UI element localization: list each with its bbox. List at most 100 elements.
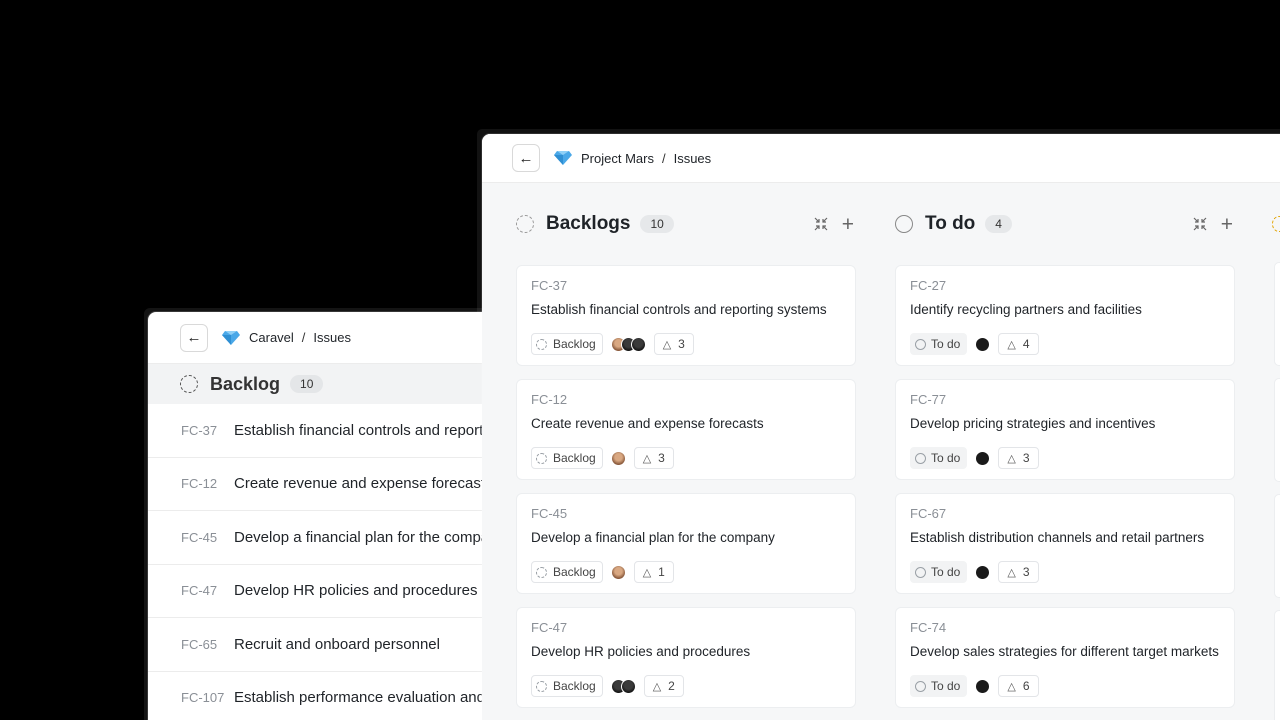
- assignee-avatars[interactable]: [610, 678, 636, 694]
- issue-card[interactable]: FC-47 Develop HR policies and procedures B…: [516, 607, 856, 708]
- issue-title: Recruit and onboard personnel: [234, 635, 440, 653]
- breadcrumb-page[interactable]: Issues: [674, 151, 712, 166]
- dashed-circle-icon: [536, 566, 547, 578]
- board-column: Backlogs 10 + FC-37 Establish financial cont…: [516, 183, 856, 720]
- circle-icon: [895, 215, 913, 233]
- issue-id: FC-37: [181, 422, 218, 438]
- avatar[interactable]: [975, 678, 991, 694]
- circle-icon: [915, 338, 926, 350]
- breadcrumb-page[interactable]: Issues: [313, 330, 351, 345]
- issue-id: FC-45: [181, 529, 218, 545]
- avatar[interactable]: [630, 336, 646, 352]
- triangle-icon: △: [662, 338, 672, 351]
- status-chip[interactable]: Backlog: [531, 561, 603, 583]
- plus-icon[interactable]: +: [842, 214, 854, 235]
- issue-title: Develop HR policies and procedures: [234, 582, 478, 600]
- issue-title: Create revenue and expense forecasts: [234, 475, 493, 493]
- priority-value: 1: [658, 565, 665, 579]
- partial-card[interactable]: [1274, 610, 1280, 720]
- collapse-arrows-icon[interactable]: [1193, 217, 1207, 231]
- plus-icon[interactable]: +: [1221, 214, 1233, 235]
- issue-card[interactable]: FC-74 Develop sales strategies for differ…: [895, 607, 1235, 708]
- dashed-circle-icon: [536, 338, 547, 350]
- priority-value: 2: [668, 679, 675, 693]
- column-count-badge: 4: [985, 215, 1012, 233]
- issue-card[interactable]: FC-37 Establish financial controls and re…: [516, 265, 856, 366]
- avatar[interactable]: [975, 336, 991, 352]
- back-button[interactable]: ←: [512, 144, 540, 172]
- avatar[interactable]: [975, 564, 991, 580]
- assignee-avatars[interactable]: [975, 564, 991, 580]
- avatar[interactable]: [975, 450, 991, 466]
- card-meta: To do △ 4: [910, 333, 1220, 355]
- issue-id: FC-12: [531, 392, 568, 407]
- status-chip[interactable]: Backlog: [531, 333, 603, 355]
- avatar[interactable]: [610, 564, 626, 580]
- partial-card[interactable]: [1274, 378, 1280, 482]
- card-meta: To do △ 6: [910, 675, 1220, 697]
- dashed-circle-icon: [516, 215, 534, 233]
- assignee-avatars[interactable]: [610, 336, 646, 352]
- partial-card[interactable]: [1274, 262, 1280, 366]
- column-title: Backlogs: [546, 213, 631, 234]
- priority-chip[interactable]: △ 3: [998, 561, 1039, 583]
- breadcrumb-project[interactable]: Project Mars: [581, 151, 654, 166]
- back-button[interactable]: ←: [180, 323, 208, 352]
- status-chip[interactable]: To do: [910, 675, 968, 697]
- issue-card[interactable]: FC-27 Identify recycling partners and fac…: [895, 265, 1235, 366]
- column-tools: +: [814, 214, 854, 235]
- card-meta: Backlog △ 1: [531, 561, 841, 583]
- status-chip[interactable]: Backlog: [531, 675, 603, 697]
- issue-id: FC-27: [910, 278, 947, 293]
- assignee-avatars[interactable]: [975, 450, 991, 466]
- assignee-avatars[interactable]: [975, 678, 991, 694]
- triangle-icon: △: [642, 566, 652, 579]
- priority-chip[interactable]: △ 2: [643, 675, 684, 697]
- group-count-badge: 10: [290, 375, 324, 393]
- circle-icon: [915, 680, 926, 692]
- priority-value: 6: [1022, 679, 1030, 693]
- breadcrumb-project[interactable]: Caravel: [249, 330, 294, 345]
- avatar[interactable]: [610, 450, 626, 466]
- issue-card[interactable]: FC-67 Establish distribution channels and…: [895, 493, 1235, 594]
- assignee-avatars[interactable]: [975, 336, 991, 352]
- status-chip[interactable]: To do: [910, 333, 968, 355]
- priority-chip[interactable]: △ 3: [998, 447, 1039, 469]
- priority-chip[interactable]: △ 6: [998, 675, 1039, 697]
- triangle-icon: △: [1007, 338, 1016, 351]
- issue-id: FC-47: [181, 583, 218, 599]
- priority-value: 3: [658, 451, 665, 465]
- avatar[interactable]: [620, 678, 636, 694]
- arrow-left-icon: ←: [518, 149, 534, 167]
- status-chip[interactable]: To do: [910, 561, 968, 583]
- card-list: FC-37 Establish financial controls and re…: [516, 265, 856, 708]
- status-label: To do: [931, 679, 961, 693]
- priority-chip[interactable]: △ 3: [653, 333, 694, 355]
- assignee-avatars[interactable]: [610, 450, 626, 466]
- issue-title: Establish financial controls and reporti…: [531, 302, 827, 317]
- issue-card[interactable]: FC-12 Create revenue and expense forecast…: [516, 379, 856, 480]
- group-title: Backlog: [210, 373, 281, 394]
- triangle-icon: △: [642, 452, 652, 465]
- issue-title: Establish distribution channels and reta…: [910, 530, 1205, 545]
- status-label: To do: [931, 337, 961, 351]
- issue-title: Develop sales strategies for different t…: [910, 644, 1219, 659]
- card-meta: Backlog △ 3: [531, 333, 841, 355]
- triangle-icon: △: [1007, 452, 1016, 465]
- priority-chip[interactable]: △ 4: [998, 333, 1039, 355]
- assignee-avatars[interactable]: [610, 564, 626, 580]
- priority-value: 4: [1022, 337, 1030, 351]
- priority-chip[interactable]: △ 1: [633, 561, 674, 583]
- collapse-arrows-icon[interactable]: [814, 217, 828, 231]
- status-label: Backlog: [553, 337, 596, 351]
- triangle-icon: △: [1007, 566, 1016, 579]
- issue-card[interactable]: FC-77 Develop pricing strategies and ince…: [895, 379, 1235, 480]
- partial-card[interactable]: [1274, 494, 1280, 598]
- circle-icon: [915, 566, 926, 578]
- priority-chip[interactable]: △ 3: [633, 447, 674, 469]
- board-topbar: ← Project Mars / Issues: [482, 134, 1280, 183]
- status-chip[interactable]: Backlog: [531, 447, 603, 469]
- issue-card[interactable]: FC-45 Develop a financial plan for the co…: [516, 493, 856, 594]
- issue-id: FC-107: [181, 690, 225, 706]
- status-chip[interactable]: To do: [910, 447, 968, 469]
